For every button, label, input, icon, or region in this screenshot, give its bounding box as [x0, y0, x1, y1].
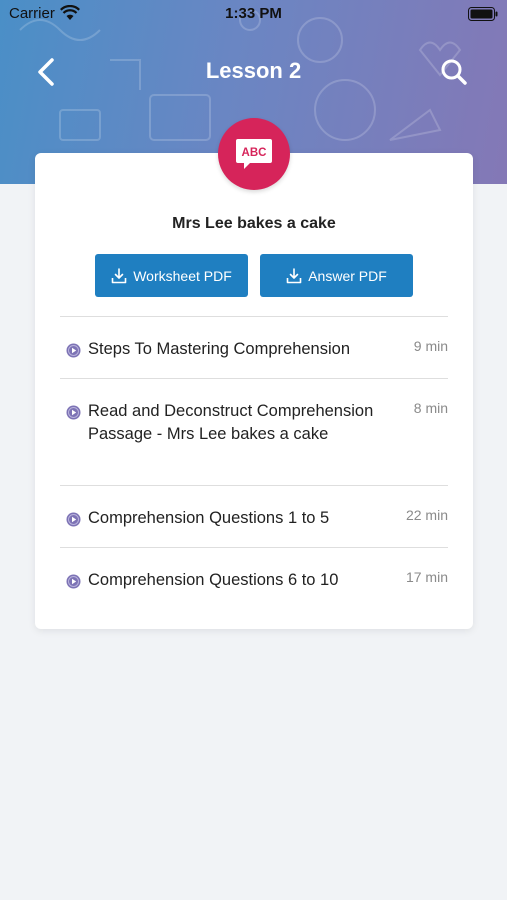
- answer-pdf-label: Answer PDF: [308, 267, 387, 284]
- speech-bubble-icon: ABC: [236, 139, 272, 169]
- search-icon: [441, 59, 467, 85]
- play-icon: [66, 343, 81, 358]
- item-title: Comprehension Questions 1 to 5: [88, 509, 330, 527]
- item-duration: 8 min: [413, 400, 448, 416]
- list-item[interactable]: Comprehension Questions 6 to 10 17 min: [60, 547, 448, 609]
- lesson-item-list: Steps To Mastering Comprehension 9 min R…: [60, 316, 448, 609]
- item-title: Comprehension Questions 6 to 10: [88, 571, 339, 589]
- lesson-card: Mrs Lee bakes a cake Worksheet PDF Answe…: [35, 153, 473, 629]
- status-bar: Carrier 1:33 PM: [0, 0, 507, 28]
- worksheet-pdf-button[interactable]: Worksheet PDF: [95, 254, 248, 297]
- answer-pdf-button[interactable]: Answer PDF: [260, 254, 413, 297]
- list-item[interactable]: Comprehension Questions 1 to 5 22 min: [60, 485, 448, 547]
- list-item[interactable]: Read and Deconstruct Comprehension Passa…: [60, 378, 448, 485]
- download-icon: [286, 267, 302, 283]
- item-duration: 22 min: [405, 507, 448, 523]
- play-icon: [66, 405, 81, 420]
- play-icon: [66, 512, 81, 527]
- status-time: 1:33 PM: [225, 5, 282, 22]
- item-title: Read and Deconstruct Comprehension Passa…: [88, 402, 374, 443]
- search-button[interactable]: [437, 54, 471, 90]
- download-icon: [111, 267, 127, 283]
- item-duration: 17 min: [405, 569, 448, 585]
- play-icon: [66, 574, 81, 589]
- lesson-badge: ABC: [218, 118, 290, 190]
- item-duration: 9 min: [413, 338, 448, 354]
- battery-icon: [468, 7, 498, 21]
- worksheet-pdf-label: Worksheet PDF: [133, 267, 232, 284]
- item-title: Steps To Mastering Comprehension: [88, 340, 351, 358]
- list-item[interactable]: Steps To Mastering Comprehension 9 min: [60, 316, 448, 378]
- page-title: Lesson 2: [205, 58, 302, 83]
- badge-text: ABC: [242, 147, 267, 159]
- lesson-title: Mrs Lee bakes a cake: [172, 215, 336, 232]
